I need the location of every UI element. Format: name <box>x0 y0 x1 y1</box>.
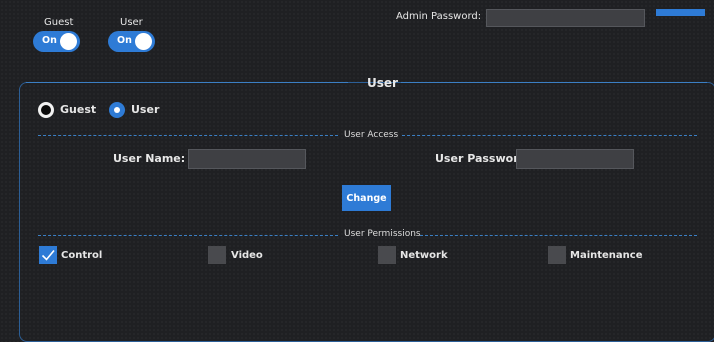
panel-title-rule-left <box>26 82 348 83</box>
guest-radio-label: Guest <box>60 103 97 116</box>
guest-toggle[interactable]: On <box>33 31 80 52</box>
guest-radio[interactable] <box>38 102 54 118</box>
user-access-divider-left <box>38 135 338 136</box>
video-checkbox[interactable] <box>208 246 226 264</box>
maintenance-label: Maintenance <box>570 250 643 261</box>
user-permissions-divider-left <box>38 235 338 236</box>
user-toggle-label: User <box>120 17 143 28</box>
user-permissions-title: User Permissions <box>344 229 421 239</box>
guest-toggle-text: On <box>42 35 57 46</box>
control-label: Control <box>61 250 103 261</box>
network-checkbox[interactable] <box>378 246 396 264</box>
user-toggle[interactable]: On <box>108 31 155 52</box>
admin-password-field[interactable] <box>486 9 645 27</box>
user-access-divider-right <box>402 135 697 136</box>
user-access-title: User Access <box>344 130 399 140</box>
user-radio-label: User <box>131 103 160 116</box>
admin-password-label: Admin Password: <box>396 11 482 22</box>
user-toggle-text: On <box>117 35 132 46</box>
user-name-label: User Name: <box>113 152 186 165</box>
checkmark-icon <box>41 249 55 261</box>
maintenance-checkbox[interactable] <box>548 246 566 264</box>
guest-toggle-label: Guest <box>44 17 74 28</box>
video-label: Video <box>231 250 263 261</box>
toggle-knob <box>60 33 77 50</box>
user-panel <box>19 82 714 342</box>
change-button[interactable]: Change <box>342 185 391 211</box>
user-name-field[interactable] <box>188 149 306 169</box>
admin-apply-button[interactable] <box>656 9 705 16</box>
user-radio[interactable] <box>109 102 125 118</box>
user-permissions-divider-right <box>420 235 697 236</box>
panel-title: User <box>367 76 398 90</box>
panel-title-rule-right <box>401 82 707 83</box>
network-label: Network <box>400 250 448 261</box>
user-password-field[interactable] <box>516 149 634 169</box>
control-checkbox[interactable] <box>39 246 57 264</box>
toggle-knob <box>135 33 152 50</box>
